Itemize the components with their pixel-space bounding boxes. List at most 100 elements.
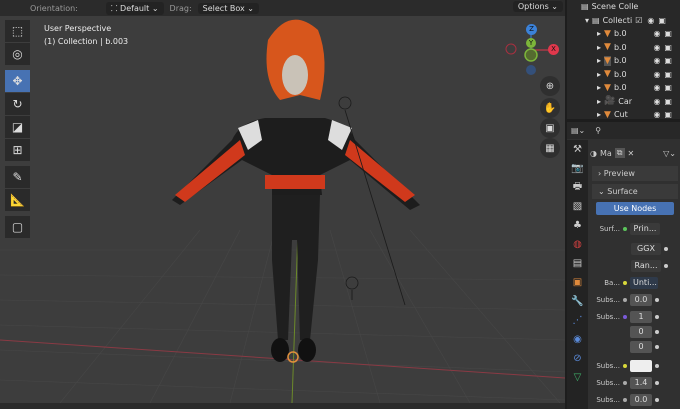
row-label: Subs... [596,361,620,370]
ortho-grid-icon[interactable]: ▦ [540,138,560,158]
world-tab-icon[interactable]: ◍ [567,235,588,254]
scene-collection-label[interactable]: Scene Colle [592,2,639,11]
object-tab-icon[interactable]: ▣ [567,273,588,292]
outliner-item[interactable]: ▸ ▼ b.0 ◉▣ [567,27,680,41]
material-name-field[interactable]: Ma [600,149,612,158]
viewport-header: Orientation: ⸬ Default ⌄ Drag: Select Bo… [0,0,565,16]
radius-y-row: 0 [590,324,680,339]
use-nodes-label: Use Nodes [613,204,657,213]
scale-tool-icon[interactable]: ◪ [5,116,30,138]
outliner-item[interactable]: ▸ ▼ b.0 ◉▣ [567,81,680,95]
zoom-icon[interactable]: ⊕ [540,76,560,96]
properties-editor: ▤⌄ ⚲ ⚒ 📷 🖶 ▧ ♣ ◍ ▤ ▣ 🔧 ⋰ ◉ ⊘ ▽ ◑ Ma ⧉ ✕ ▽… [567,122,680,409]
subsurface-method-row: Ran... [590,258,680,273]
gizmo-z[interactable]: Z [526,24,537,35]
scene-tab-icon[interactable]: ♣ [567,216,588,235]
output-tab-icon[interactable]: 🖶 [567,178,588,197]
visibility-render-icons[interactable]: ◉▣ [653,56,676,65]
select-box-tool-icon[interactable]: ⬚ [5,20,30,42]
gizmo-x[interactable]: X [548,44,559,55]
visibility-render-icons[interactable]: ◉▣ [653,97,676,106]
physics-tab-icon[interactable]: ◉ [567,330,588,349]
render-tab-icon[interactable]: 📷 [567,159,588,178]
expand-arrow-icon[interactable]: ▾ [585,16,589,25]
options-button[interactable]: Options ⌄ [512,1,563,12]
mesh-data-dropdown-icon[interactable]: ▽⌄ [663,149,676,158]
visibility-render-icons[interactable]: ◉▣ [653,110,676,119]
orientation-value: Default [120,3,150,13]
distribution-dropdown[interactable]: GGX [631,242,661,255]
row-label: Surf... [599,224,620,233]
mesh-icon: ▼ [604,42,611,53]
tool-tab-icon[interactable]: ⚒ [567,140,588,159]
unlink-material-icon[interactable]: ✕ [628,149,635,158]
base-color-field[interactable]: Unti... [630,276,658,289]
view-layer-tab-icon[interactable]: ▧ [567,197,588,216]
orientation-dropdown[interactable]: ⸬ Default ⌄ [105,1,164,15]
transform-tool-icon[interactable]: ⊞ [5,139,30,161]
visibility-render-icons[interactable]: ◉▣ [647,16,670,25]
annotate-tool-icon[interactable]: ✎ [5,166,30,188]
outliner-item[interactable]: ▸ ▼ b.0 ◉▣ [567,68,680,82]
visibility-render-icons[interactable]: ◉▣ [653,83,676,92]
surface-shader-field[interactable]: Prin... [630,222,660,235]
status-bar [0,403,565,409]
outliner-item[interactable]: ▸ ▼ Cut ◉▣ [567,108,680,122]
surface-panel-header[interactable]: ⌄ Surface [592,184,678,199]
measure-tool-icon[interactable]: 📐 [5,189,30,211]
item-label: b.0 [613,83,627,93]
collection-tab-icon[interactable]: ▤ [567,254,588,273]
subsurface-field[interactable]: 0.0 [630,293,652,306]
radius-y-field[interactable]: 0 [630,325,652,338]
radius-z-field[interactable]: 0 [630,340,652,353]
subsurface-color-row: Subs... [590,358,680,373]
drag-value: Select Box [202,3,245,13]
cursor-tool-icon[interactable]: ◎ [5,43,30,65]
row-label: Ba... [604,278,620,287]
navigation-gizmo [505,30,553,75]
camera-view-icon[interactable]: ▣ [540,118,560,138]
mesh-icon: ▼ [604,109,611,120]
constraints-tab-icon[interactable]: ⊘ [567,349,588,368]
gizmo-neg-x [505,43,517,55]
subsurface-color-swatch[interactable] [630,359,652,372]
add-cube-tool-icon[interactable]: ▢ [5,216,30,238]
outliner-item[interactable]: ▸ 🎥 Car ◉▣ [567,95,680,109]
row-label: Subs... [596,395,620,404]
visibility-render-icons[interactable]: ◉▣ [653,29,676,38]
outliner-item[interactable]: ▸ ▼ b.0 ◉▣ [567,54,680,68]
duplicate-material-icon[interactable]: ⧉ [614,148,625,158]
gizmo-neg-z [526,65,536,75]
particles-tab-icon[interactable]: ⋰ [567,311,588,330]
material-sphere-icon: ◑ [590,148,597,158]
outliner-item[interactable]: ▸ ▼ b.0 ◉▣ [567,41,680,55]
preview-label: Preview [603,169,635,178]
subsurface-ior-field[interactable]: 1.4 [630,376,652,389]
drag-dropdown[interactable]: Select Box ⌄ [197,2,259,14]
subsurface-anisotropy-field[interactable]: 0.0 [630,393,652,406]
rotate-tool-icon[interactable]: ↻ [5,93,30,115]
drag-label: Drag: [169,3,192,13]
move-tool-icon[interactable]: ✥ [5,70,30,92]
checkbox-icon[interactable]: ☑ [635,16,642,25]
modifier-wrench-icon[interactable]: 🔧 [567,292,588,311]
character-model [172,19,420,362]
gizmo-y[interactable]: Y [526,38,536,48]
subsurface-method-dropdown[interactable]: Ran... [631,259,661,272]
radius-x-field[interactable]: 1 [630,310,652,323]
visibility-render-icons[interactable]: ◉▣ [653,70,676,79]
collection-label[interactable]: Collecti [603,16,633,25]
item-label: b.0 [613,69,627,79]
perspective-text: User Perspective [44,24,112,33]
gizmo-neg-y [524,48,538,62]
editor-type-icon[interactable]: ▤⌄ [571,126,585,135]
outliner-items: ▸ ▼ b.0 ◉▣ ▸ ▼ b.0 ◉▣ ▸ ▼ b.0 ◉▣ ▸ ▼ b.0 ◉▣ ▸ ▼ b.0 ◉▣ … [567,27,680,122]
hand-pan-icon[interactable]: ✋ [540,98,560,118]
item-label: b.0 [613,29,627,39]
preview-panel-header[interactable]: › Preview [592,166,678,181]
use-nodes-button[interactable]: Use Nodes [596,202,674,215]
3d-viewport[interactable]: Z Y X ⊕ ✋ ▣ ▦ Orientation: ⸬ Default ⌄ D… [0,0,565,403]
visibility-render-icons[interactable]: ◉▣ [653,43,676,52]
mesh-icon: ▼ [604,82,611,93]
data-tab-icon[interactable]: ▽ [567,368,588,387]
